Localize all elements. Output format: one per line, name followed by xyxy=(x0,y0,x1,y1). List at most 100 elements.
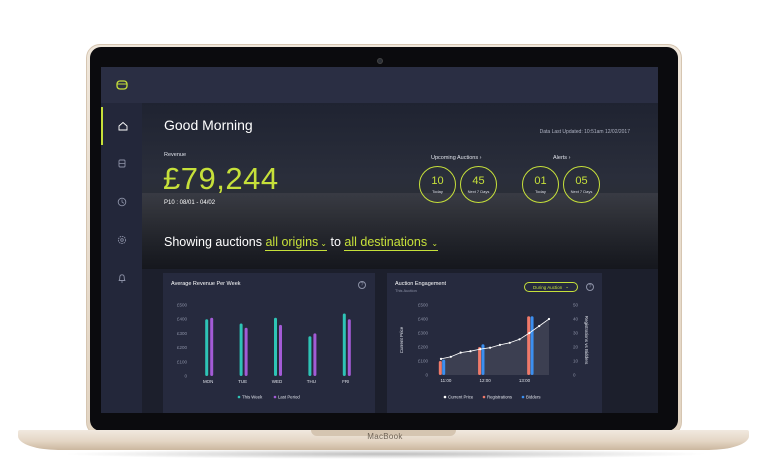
upcoming-auctions-link[interactable]: Upcoming Auctions › xyxy=(431,155,481,161)
y-tick-label: £300 xyxy=(177,331,188,336)
y-tick-label: £500 xyxy=(418,303,429,308)
y-tick-label: £500 xyxy=(177,303,188,308)
x-tick-label: TUE xyxy=(238,379,247,384)
logo[interactable] xyxy=(101,67,142,103)
destinations-value: all destinations xyxy=(344,235,428,249)
y-tick-label: £200 xyxy=(177,345,188,350)
y-tick-label: £400 xyxy=(177,317,188,322)
alerts-today-badge[interactable]: 01 Today xyxy=(522,166,559,203)
x-tick-label: WED xyxy=(272,379,283,384)
price-point xyxy=(508,341,511,344)
revenue-value: £79,244 xyxy=(163,161,279,196)
alerts-today-label: Today xyxy=(535,189,546,194)
price-point xyxy=(538,324,541,328)
legend-marker xyxy=(273,395,277,399)
y-tick-label: £100 xyxy=(418,359,429,364)
camera xyxy=(377,58,383,64)
alerts-today-value: 01 xyxy=(534,175,547,187)
bar xyxy=(244,327,248,376)
sidebar-item-notifications[interactable] xyxy=(101,259,142,297)
legend-label: This Week xyxy=(242,395,263,400)
bar xyxy=(442,359,446,375)
y2-axis-label: Registrations vs Bidders xyxy=(584,316,589,365)
settings-icon xyxy=(117,235,126,245)
sidebar-item-history[interactable] xyxy=(101,183,142,221)
revenue-chart-card: Average Revenue Per Week ? £500 £400 £300 £… xyxy=(163,273,375,413)
price-point xyxy=(459,351,462,354)
auction-filter: Showing auctions all origins ⌄ to all des… xyxy=(164,235,439,251)
legend-label: Last Period xyxy=(278,395,300,400)
x-tick-label: FRI xyxy=(342,379,349,384)
x-tick-label: 12:00 xyxy=(480,378,492,383)
price-point xyxy=(547,317,551,321)
chevron-down-icon: ⌄ xyxy=(320,239,327,248)
upcoming-next7-badge[interactable]: 45 Next 7 Days xyxy=(460,166,497,203)
y-tick-label: £100 xyxy=(177,359,188,364)
sidebar-item-auctions[interactable] xyxy=(101,145,142,183)
price-point xyxy=(439,357,443,360)
engagement-chart-card: Auction Engagement This Auction During A… xyxy=(387,273,602,413)
upcoming-today-label: Today xyxy=(432,189,443,194)
history-icon xyxy=(117,197,126,207)
x-tick-label: THU xyxy=(307,379,316,384)
bar xyxy=(347,319,351,376)
laptop-shadow xyxy=(60,449,710,459)
y2-tick-label: 50 xyxy=(573,303,579,308)
filter-prefix: Showing auctions xyxy=(164,235,262,249)
x-tick-label: MON xyxy=(203,379,214,384)
bar xyxy=(274,317,277,376)
x-tick-label: 13:00 xyxy=(519,378,531,383)
y-tick-label: 0 xyxy=(425,373,428,378)
sidebar-item-home[interactable] xyxy=(101,107,142,145)
revenue-chart: £500 £400 £300 £200 £100 0 MON TUE WED THU FRI This… xyxy=(177,303,351,400)
bar xyxy=(313,333,317,376)
upcoming-today-badge[interactable]: 10 Today xyxy=(419,166,456,203)
upcoming-today-value: 10 xyxy=(431,175,444,187)
y2-tick-label: 20 xyxy=(573,345,579,350)
y2-tick-label: 40 xyxy=(573,317,579,322)
alerts-next7-label: Next 7 Days xyxy=(570,189,593,194)
price-point xyxy=(469,350,472,353)
upcoming-next7-label: Next 7 Days xyxy=(467,189,490,194)
hero-banner: Good Morning Data Last Updated: 10:51am … xyxy=(142,103,658,269)
page-title: Good Morning xyxy=(164,117,253,133)
logo-icon xyxy=(116,80,128,90)
alerts-link[interactable]: Alerts › xyxy=(553,155,570,161)
app-screen: Good Morning Data Last Updated: 10:51am … xyxy=(101,67,658,413)
legend-marker xyxy=(237,395,241,399)
y2-tick-label: 10 xyxy=(573,359,579,364)
legend-label: Current Price xyxy=(448,395,474,400)
bar xyxy=(438,361,442,375)
price-point xyxy=(479,348,482,351)
legend-marker xyxy=(443,395,447,399)
y-tick-label: 0 xyxy=(184,374,187,379)
auction-icon xyxy=(118,159,125,168)
bar xyxy=(342,313,346,376)
price-point xyxy=(498,343,502,346)
y-tick-label: £200 xyxy=(418,345,429,350)
x-tick-label: 11:00 xyxy=(440,378,451,383)
bell-icon xyxy=(117,274,126,283)
sidebar-item-settings[interactable] xyxy=(101,221,142,259)
y-axis-label: Current Price xyxy=(399,326,404,353)
bar xyxy=(308,336,312,376)
laptop-mockup: MacBook Good Morning Data Last Updated: … xyxy=(0,0,767,471)
upcoming-next7-value: 45 xyxy=(472,175,485,187)
origins-dropdown[interactable]: all origins ⌄ xyxy=(265,235,327,251)
chevron-down-icon: ⌄ xyxy=(429,239,439,248)
origins-value: all origins xyxy=(265,235,319,249)
destinations-dropdown[interactable]: all destinations ⌄ xyxy=(344,235,439,251)
revenue-label: Revenue xyxy=(164,152,187,158)
bar xyxy=(210,317,214,376)
filter-to: to xyxy=(330,235,341,249)
y2-tick-label: 30 xyxy=(573,331,579,336)
y-tick-label: £400 xyxy=(418,317,429,322)
home-icon xyxy=(118,121,127,131)
bar xyxy=(205,319,209,376)
alerts-next7-badge[interactable]: 05 Next 7 Days xyxy=(563,166,600,203)
bar xyxy=(239,323,243,376)
bar xyxy=(527,316,531,375)
price-point xyxy=(449,355,452,358)
legend-label: Registrations xyxy=(487,395,512,400)
price-point xyxy=(488,346,492,349)
